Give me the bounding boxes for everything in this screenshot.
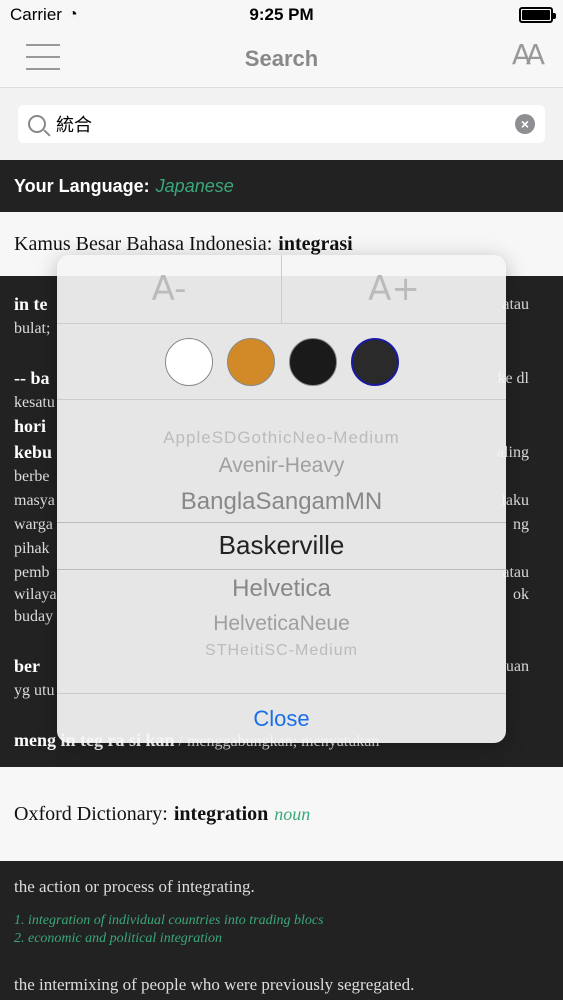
oxford-header: Oxford Dictionary: integration noun: [0, 767, 563, 861]
language-label: Your Language:: [14, 175, 150, 196]
increase-font-button[interactable]: A+: [281, 255, 506, 323]
kbbi-line: hori: [14, 416, 47, 436]
font-settings-popup: A- A+ AppleSDGothicNeo-Medium Avenir-Hea…: [57, 255, 506, 743]
oxford-word: integration: [173, 802, 269, 825]
font-option[interactable]: Helvetica: [57, 575, 506, 603]
menu-icon[interactable]: [26, 44, 60, 70]
language-value[interactable]: Japanese: [156, 176, 234, 197]
search-area: ×: [0, 88, 563, 160]
font-option[interactable]: BanglaSangamMN: [57, 488, 506, 516]
search-input[interactable]: [56, 113, 515, 135]
font-option[interactable]: HelveticaNeue: [57, 612, 506, 636]
oxford-source: Oxford Dictionary:: [14, 802, 168, 825]
kbbi-line: bulat;: [14, 320, 51, 337]
kbbi-line: pemb: [14, 564, 50, 581]
white-theme-swatch[interactable]: [164, 337, 213, 386]
oxford-example: 2. economic and political integration: [14, 931, 223, 946]
status-bar: Carrier ◔ 9:25 PM: [0, 0, 563, 30]
clock: 9:25 PM: [249, 5, 314, 24]
page-title: Search: [244, 45, 319, 71]
font-size-row: A- A+: [57, 255, 506, 324]
sepia-theme-swatch[interactable]: [226, 337, 275, 386]
navigation-bar: Search AA: [0, 30, 563, 88]
oxford-definition: the action or process of integrating.: [14, 877, 255, 896]
kbbi-word: integrasi: [278, 232, 353, 255]
font-settings-icon[interactable]: AA: [512, 38, 545, 71]
font-option[interactable]: AppleSDGothicNeo-Medium: [57, 428, 506, 448]
oxford-example: 1. integration of individual countries i…: [14, 913, 324, 928]
search-icon: [28, 115, 46, 133]
font-option[interactable]: STHeitiSC-Medium: [57, 642, 506, 660]
oxford-pos: noun: [274, 803, 311, 824]
kbbi-line: berbe: [14, 468, 50, 485]
kbbi-line: buday: [14, 608, 54, 625]
oxford-definition: the intermixing of people who were previ…: [14, 975, 415, 994]
kbbi-line-right: uan: [505, 658, 529, 675]
dark-theme-swatch[interactable]: [350, 337, 399, 386]
kbbi-line-right: ok: [513, 586, 529, 603]
font-picker[interactable]: AppleSDGothicNeo-Medium Avenir-Heavy Ban…: [57, 400, 506, 693]
kbbi-line: wilaya: [14, 586, 57, 603]
kbbi-line: kebu: [14, 442, 53, 462]
search-field[interactable]: ×: [18, 105, 545, 143]
language-bar: Your Language: Japanese: [0, 160, 563, 212]
color-theme-row: [57, 324, 506, 400]
kbbi-line-right: atau: [502, 296, 529, 313]
kbbi-line: kesatu: [14, 394, 55, 411]
kbbi-line-right: atau: [502, 564, 529, 581]
kbbi-line: yg utu: [14, 682, 55, 699]
kbbi-source: Kamus Besar Bahasa Indonesia:: [14, 232, 273, 255]
battery-icon: [519, 7, 556, 23]
close-button[interactable]: Close: [57, 693, 506, 743]
kbbi-line: masya: [14, 492, 55, 509]
kbbi-line: warga: [14, 516, 53, 533]
kbbi-line: ber: [14, 656, 40, 676]
decrease-font-button[interactable]: A-: [57, 255, 281, 323]
kbbi-line: -- ba: [14, 368, 50, 388]
kbbi-line: in te: [14, 294, 48, 314]
clear-icon[interactable]: ×: [515, 114, 535, 134]
font-option[interactable]: Avenir-Heavy: [57, 454, 506, 478]
black-theme-swatch[interactable]: [288, 337, 337, 386]
kbbi-line: pihak: [14, 540, 50, 557]
kbbi-line-right: ng: [513, 516, 529, 533]
oxford-content: the action or process of integrating. 1.…: [0, 861, 563, 1000]
font-option-selected[interactable]: Baskerville: [57, 530, 506, 561]
